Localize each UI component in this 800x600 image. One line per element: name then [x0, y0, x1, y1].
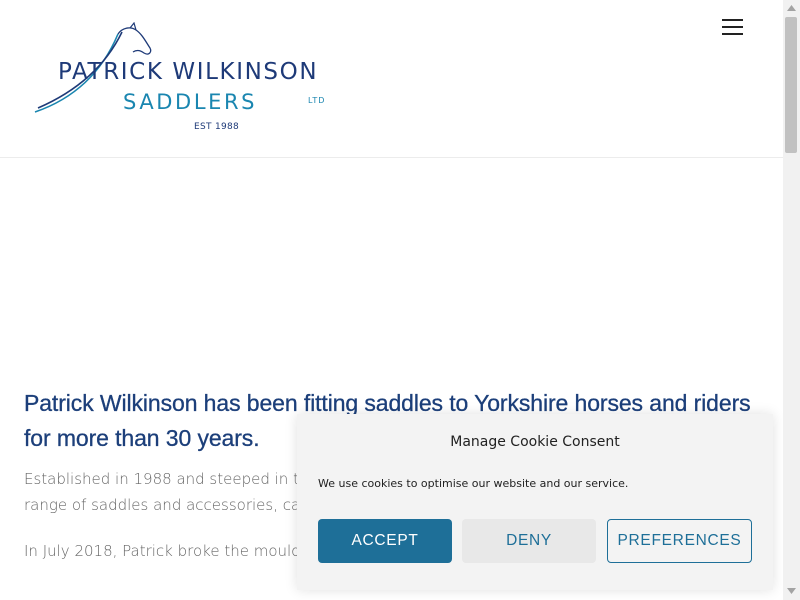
site-header: PATRICK WILKINSON SADDLERS LTD EST 1988 — [0, 0, 783, 158]
page-scrollbar[interactable] — [783, 0, 800, 600]
site-logo[interactable]: PATRICK WILKINSON SADDLERS LTD EST 1988 — [30, 22, 390, 137]
logo-ltd: LTD — [308, 96, 326, 105]
hamburger-menu-button[interactable] — [718, 14, 746, 40]
hamburger-icon — [722, 19, 743, 21]
cookie-banner-title: Manage Cookie Consent — [450, 434, 620, 450]
deny-cookies-button[interactable]: DENY — [462, 519, 596, 563]
cookie-preferences-button[interactable]: PREFERENCES — [607, 519, 752, 563]
hamburger-icon-bar — [722, 33, 743, 35]
logo-established: EST 1988 — [194, 122, 240, 132]
cookie-consent-banner: Manage Cookie Consent We use cookies to … — [297, 414, 773, 590]
scroll-up-arrow-icon[interactable] — [783, 0, 800, 17]
cookie-banner-message: We use cookies to optimise our website a… — [318, 477, 629, 490]
logo-brand-name: PATRICK WILKINSON — [58, 59, 319, 85]
scrollbar-thumb[interactable] — [785, 17, 797, 153]
accept-cookies-button[interactable]: ACCEPT — [318, 519, 452, 563]
scroll-down-arrow-icon[interactable] — [783, 583, 800, 600]
logo-brand-subtitle: SADDLERS — [123, 90, 258, 114]
hamburger-icon-bar — [722, 26, 743, 28]
